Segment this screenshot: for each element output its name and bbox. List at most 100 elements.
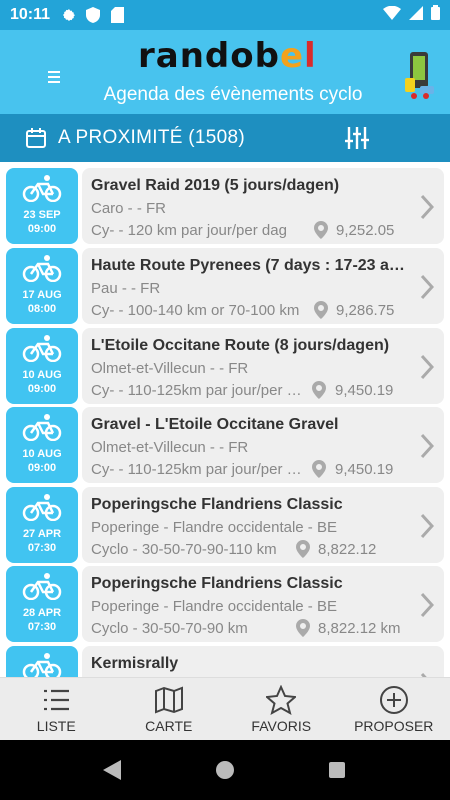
event-list[interactable]: 23 SEP 09:00 Gravel Raid 2019 (5 jours/d… <box>0 162 450 677</box>
filter-bar: A PROXIMITÉ (1508) <box>0 114 450 162</box>
home-icon[interactable] <box>216 761 234 779</box>
event-distance: 9,252.05 <box>336 222 395 239</box>
bottom-navigation: LISTE CARTE FAVORIS PROPOSER <box>0 677 450 740</box>
status-time: 10:11 <box>10 6 51 23</box>
event-card[interactable]: Poperingsche Flandriens Classic Popering… <box>82 487 444 563</box>
event-item[interactable]: 23 SEP 09:00 Gravel Raid 2019 (5 jours/d… <box>6 168 444 244</box>
calendar-icon[interactable] <box>24 126 48 150</box>
filter-settings-icon[interactable] <box>344 126 370 150</box>
nav-proposer[interactable]: PROPOSER <box>338 678 450 740</box>
location-pin-icon <box>312 460 326 478</box>
event-time: 07:30 <box>27 542 57 554</box>
location-pin-icon <box>296 619 310 637</box>
event-location: Olmet-et-Villecun - - FR <box>91 360 249 377</box>
map-icon <box>154 686 183 714</box>
event-title: Poperingsche Flandriens Classic <box>91 575 343 592</box>
event-title: Kermisrally <box>91 655 179 672</box>
nav-label: CARTE <box>145 718 193 734</box>
event-date-box: 27 APR 07:30 <box>6 487 78 563</box>
chevron-right-icon <box>420 513 434 539</box>
nav-label: FAVORIS <box>251 718 312 734</box>
event-item[interactable]: 10 AUG 09:00 L'Etoile Occitane Route (8 … <box>6 328 444 404</box>
status-bar: 10:11 <box>0 0 450 30</box>
event-title: Poperingsche Flandriens Classic <box>91 496 343 513</box>
recent-apps-icon[interactable] <box>329 762 345 778</box>
star-icon <box>266 685 297 715</box>
list-icon <box>44 689 70 711</box>
event-location: Caro - - FR <box>91 200 166 217</box>
event-distance: 8,822.12 km <box>318 620 401 637</box>
cyclist-icon <box>22 335 62 362</box>
location-pin-icon <box>314 301 328 319</box>
event-info: Cyclo - 30-50-70-90 km <box>91 620 248 637</box>
sd-card-icon <box>108 6 126 24</box>
event-day: 10 AUG <box>22 448 62 460</box>
event-info: Cyclo - 30-50-70-90-110 km <box>91 541 277 558</box>
nav-liste[interactable]: LISTE <box>0 678 113 740</box>
nav-favoris[interactable]: FAVORIS <box>225 678 338 740</box>
event-time: 09:00 <box>27 462 57 474</box>
app-logo: randobel <box>138 36 317 76</box>
event-day: 23 SEP <box>23 209 61 221</box>
event-info: Cy- - 110-125km par jour/per dag <box>91 461 306 478</box>
event-time: 09:00 <box>27 223 57 235</box>
event-day: 27 APR <box>22 528 62 540</box>
cyclist-icon <box>22 494 62 521</box>
cyclist-icon <box>22 175 62 202</box>
event-item[interactable]: 17 AUG 08:00 Haute Route Pyrenees (7 day… <box>6 248 444 324</box>
event-card[interactable]: Poperingsche Flandriens Classic Popering… <box>82 566 444 642</box>
cyclist-icon <box>22 573 62 600</box>
shield-icon <box>84 6 102 24</box>
event-location: Pau - - FR <box>91 280 161 297</box>
event-date-box: 10 AUG 09:00 <box>6 328 78 404</box>
event-card[interactable]: Gravel - L'Etoile Occitane Gravel Olmet-… <box>82 407 444 483</box>
event-location: Poperinge - Flandre occidentale - BE <box>91 519 337 536</box>
event-day: 28 APR <box>22 607 62 619</box>
nav-carte[interactable]: CARTE <box>113 678 226 740</box>
event-time: 07:30 <box>27 621 57 633</box>
event-item[interactable]: 28 APR 07:30 Poperingsche Flandriens Cla… <box>6 566 444 642</box>
signal-icon <box>409 5 423 25</box>
event-day: 17 AUG <box>22 289 62 301</box>
event-day: 10 AUG <box>22 369 62 381</box>
chevron-right-icon <box>420 274 434 300</box>
app-subtitle: Agenda des évènements cyclo <box>103 84 363 105</box>
event-location: Poperinge - Flandre occidentale - BE <box>91 598 337 615</box>
event-distance: 9,450.19 <box>335 382 394 399</box>
event-title: Haute Route Pyrenees (7 days : 17-23 aug… <box>91 257 409 274</box>
chevron-right-icon <box>420 592 434 618</box>
event-time: 09:00 <box>27 383 57 395</box>
add-circle-icon <box>379 686 408 714</box>
filter-label[interactable]: A PROXIMITÉ (1508) <box>58 127 245 149</box>
event-title: Gravel Raid 2019 (5 jours/dagen) <box>91 177 340 194</box>
nav-label: PROPOSER <box>354 718 434 734</box>
event-distance: 9,286.75 <box>336 302 395 319</box>
event-card[interactable]: L'Etoile Occitane Route (8 jours/dagen) … <box>82 328 444 404</box>
cyclist-icon <box>22 653 62 677</box>
event-item[interactable]: 27 APR 07:30 Poperingsche Flandriens Cla… <box>6 487 444 563</box>
event-time: 08:00 <box>27 303 57 315</box>
settings-icon <box>60 6 78 24</box>
location-pin-icon <box>314 221 328 239</box>
event-location: Olmet-et-Villecun - - FR <box>91 439 249 456</box>
cyclist-icon <box>22 414 62 441</box>
mascot-icon[interactable] <box>402 50 436 100</box>
event-date-box: 23 SEP 09:00 <box>6 168 78 244</box>
event-card[interactable]: Kermisrally <box>82 646 444 677</box>
system-navigation-bar <box>0 740 450 800</box>
event-title: Gravel - L'Etoile Occitane Gravel <box>91 416 339 433</box>
event-title: L'Etoile Occitane Route (8 jours/dagen) <box>91 337 390 354</box>
back-icon[interactable] <box>103 760 121 780</box>
chevron-right-icon <box>420 194 434 220</box>
location-pin-icon <box>296 540 310 558</box>
chevron-right-icon <box>420 433 434 459</box>
event-card[interactable]: Gravel Raid 2019 (5 jours/dagen) Caro - … <box>82 168 444 244</box>
event-card[interactable]: Haute Route Pyrenees (7 days : 17-23 aug… <box>82 248 444 324</box>
event-date-box: 17 AUG 08:00 <box>6 248 78 324</box>
event-item[interactable]: Kermisrally <box>6 646 444 677</box>
nav-label: LISTE <box>36 718 76 734</box>
event-date-box: 10 AUG 09:00 <box>6 407 78 483</box>
wifi-icon <box>383 5 401 25</box>
event-item[interactable]: 10 AUG 09:00 Gravel - L'Etoile Occitane … <box>6 407 444 483</box>
event-date-box: 28 APR 07:30 <box>6 566 78 642</box>
